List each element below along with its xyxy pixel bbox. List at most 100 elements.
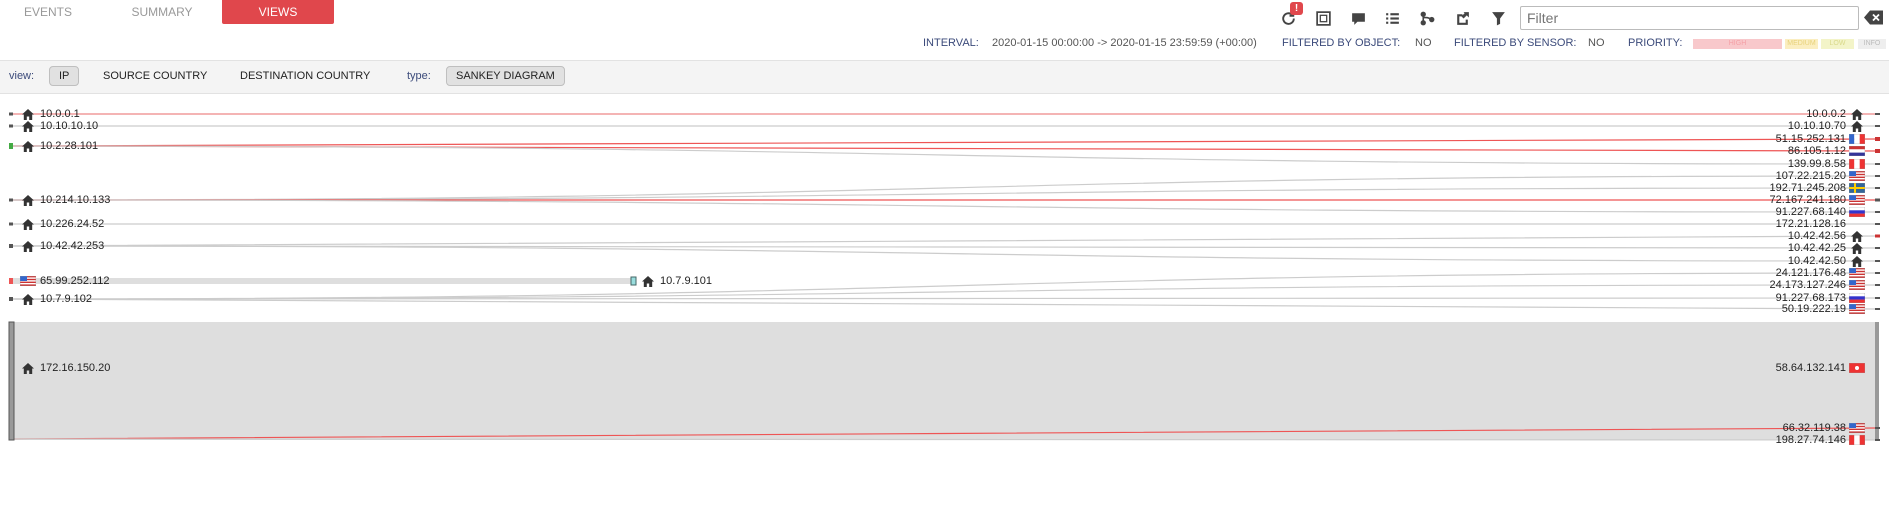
source-node-label[interactable]: 10.214.10.133 (40, 194, 110, 206)
target-node-label[interactable]: 24.173.127.246 (1770, 279, 1846, 291)
target-node-label[interactable]: 10.42.42.56 (1788, 230, 1846, 242)
middle-node-label[interactable]: 10.7.9.101 (660, 275, 712, 287)
ca-flag-icon (1849, 159, 1865, 169)
tab-events[interactable]: EVENTS (0, 0, 96, 24)
sankey-link[interactable] (11, 187, 1878, 201)
sankey-target-node[interactable] (1875, 322, 1879, 440)
home-icon (642, 276, 654, 287)
interval-label: INTERVAL: (923, 37, 979, 49)
sankey-link[interactable] (11, 298, 1878, 310)
sankey-source-node[interactable] (8, 321, 15, 441)
sankey-source-node[interactable] (9, 143, 13, 149)
sankey-target-node[interactable] (1875, 163, 1880, 165)
target-node-label[interactable]: 139.99.8.58 (1788, 158, 1846, 170)
target-node-label[interactable]: 50.19.222.19 (1782, 303, 1846, 315)
sankey-source-node[interactable] (9, 278, 13, 284)
source-node-label[interactable]: 10.42.42.253 (40, 240, 104, 252)
target-node-label[interactable]: 91.227.68.140 (1776, 206, 1846, 218)
sankey-middle-node[interactable] (630, 276, 637, 286)
list-icon[interactable] (1380, 6, 1404, 30)
sankey-target-node[interactable] (1875, 284, 1880, 286)
sankey-target-node[interactable] (1875, 223, 1880, 225)
view-source-country-button[interactable]: SOURCE COUNTRY (94, 66, 216, 86)
sankey-source-node[interactable] (9, 222, 13, 226)
sankey-target-node[interactable] (1875, 149, 1880, 153)
sankey-link[interactable] (11, 199, 1878, 213)
source-node-label[interactable]: 172.16.150.20 (40, 362, 110, 374)
us-flag-icon (1849, 268, 1865, 278)
view-ip-button[interactable]: IP (49, 66, 80, 86)
source-node-label[interactable]: 10.7.9.102 (40, 293, 92, 305)
target-node-label[interactable]: 10.10.10.70 (1788, 120, 1846, 132)
target-node-label[interactable]: 10.42.42.25 (1788, 242, 1846, 254)
ru-flag-icon (1849, 207, 1865, 217)
sankey-target-node[interactable] (1875, 125, 1880, 127)
sankey-target-node[interactable] (1875, 234, 1880, 238)
sankey-source-node[interactable] (9, 244, 13, 248)
sankey-source-node[interactable] (9, 112, 13, 116)
sankey-source-node[interactable] (9, 124, 13, 128)
sankey-target-node[interactable] (1875, 247, 1880, 249)
target-node-label[interactable]: 172.21.128.16 (1776, 218, 1846, 230)
target-node-label[interactable]: 66.32.119.38 (1783, 422, 1846, 434)
tab-views[interactable]: VIEWS (222, 0, 334, 24)
sankey-target-node[interactable] (1875, 113, 1880, 115)
priority-low[interactable]: LOW (1821, 39, 1854, 49)
tab-summary[interactable]: SUMMARY (107, 0, 217, 24)
interval-value: 2020-01-15 00:00:00 -> 2020-01-15 23:59:… (992, 37, 1257, 49)
home-icon (1851, 121, 1863, 132)
type-select[interactable]: SANKEY DIAGRAM (446, 66, 565, 86)
target-node-label[interactable]: 86.105.1.12 (1788, 145, 1846, 157)
sankey-target-node[interactable] (1875, 187, 1880, 189)
target-node-label[interactable]: 107.22.215.20 (1776, 170, 1846, 182)
sankey-link[interactable] (11, 284, 1878, 300)
priority-label: PRIORITY: (1628, 37, 1683, 49)
filtered-object-label: FILTERED BY OBJECT: (1282, 37, 1401, 49)
target-node-label[interactable]: 72.167.241.180 (1770, 194, 1846, 206)
target-node-label[interactable]: 10.42.42.50 (1788, 255, 1846, 267)
home-icon (22, 109, 34, 120)
sankey-target-node[interactable] (1875, 308, 1880, 310)
sankey-source-node[interactable] (9, 297, 13, 301)
filter-icon[interactable] (1486, 6, 1510, 30)
home-icon (22, 219, 34, 230)
sankey-target-node[interactable] (1875, 297, 1880, 299)
hk-flag-icon (1849, 363, 1865, 373)
sankey-link[interactable] (11, 138, 1878, 147)
clear-filter-icon[interactable] (1864, 9, 1884, 26)
source-node-label[interactable]: 10.0.0.1 (40, 108, 80, 120)
sankey-target-node[interactable] (1875, 260, 1880, 262)
fullscreen-icon[interactable] (1311, 6, 1335, 30)
target-node-label[interactable]: 192.71.245.208 (1770, 182, 1846, 194)
target-node-label[interactable]: 51.15.252.131 (1776, 133, 1846, 145)
priority-high[interactable]: HIGH (1693, 39, 1782, 49)
filter-input[interactable] (1520, 6, 1859, 30)
priority-info[interactable]: INFO (1858, 39, 1886, 49)
source-node-label[interactable]: 65.99.252.112 (40, 275, 110, 287)
refresh-icon[interactable]: ! (1276, 2, 1303, 30)
target-node-label[interactable]: 24.121.176.48 (1776, 267, 1846, 279)
target-node-label[interactable]: 198.27.74.146 (1776, 434, 1846, 446)
sankey-target-node[interactable] (1875, 137, 1880, 141)
view-destination-country-button[interactable]: DESTINATION COUNTRY (231, 66, 379, 86)
sankey-target-node[interactable] (1875, 211, 1880, 213)
share-nodes-icon[interactable] (1415, 6, 1439, 30)
sankey-link[interactable] (11, 235, 1878, 247)
sankey-target-node[interactable] (1875, 427, 1880, 429)
filtered-object-value: NO (1415, 37, 1432, 49)
priority-medium[interactable]: MEDIUM (1785, 39, 1818, 49)
target-node-label[interactable]: 10.0.0.2 (1806, 108, 1846, 120)
source-node-label[interactable]: 10.10.10.10 (40, 120, 98, 132)
source-node-label[interactable]: 10.2.28.101 (40, 140, 98, 152)
sankey-target-node[interactable] (1875, 175, 1880, 177)
sankey-source-node[interactable] (9, 198, 13, 202)
external-link-icon[interactable] (1450, 6, 1474, 30)
sankey-target-node[interactable] (1875, 272, 1880, 274)
sankey-target-node[interactable] (1875, 198, 1880, 202)
comment-icon[interactable] (1346, 6, 1370, 30)
sankey-target-node[interactable] (1875, 439, 1880, 441)
view-label: view: (9, 70, 35, 82)
sankey-link[interactable] (12, 322, 1877, 440)
target-node-label[interactable]: 58.64.132.141 (1776, 362, 1846, 374)
source-node-label[interactable]: 10.226.24.52 (40, 218, 104, 230)
